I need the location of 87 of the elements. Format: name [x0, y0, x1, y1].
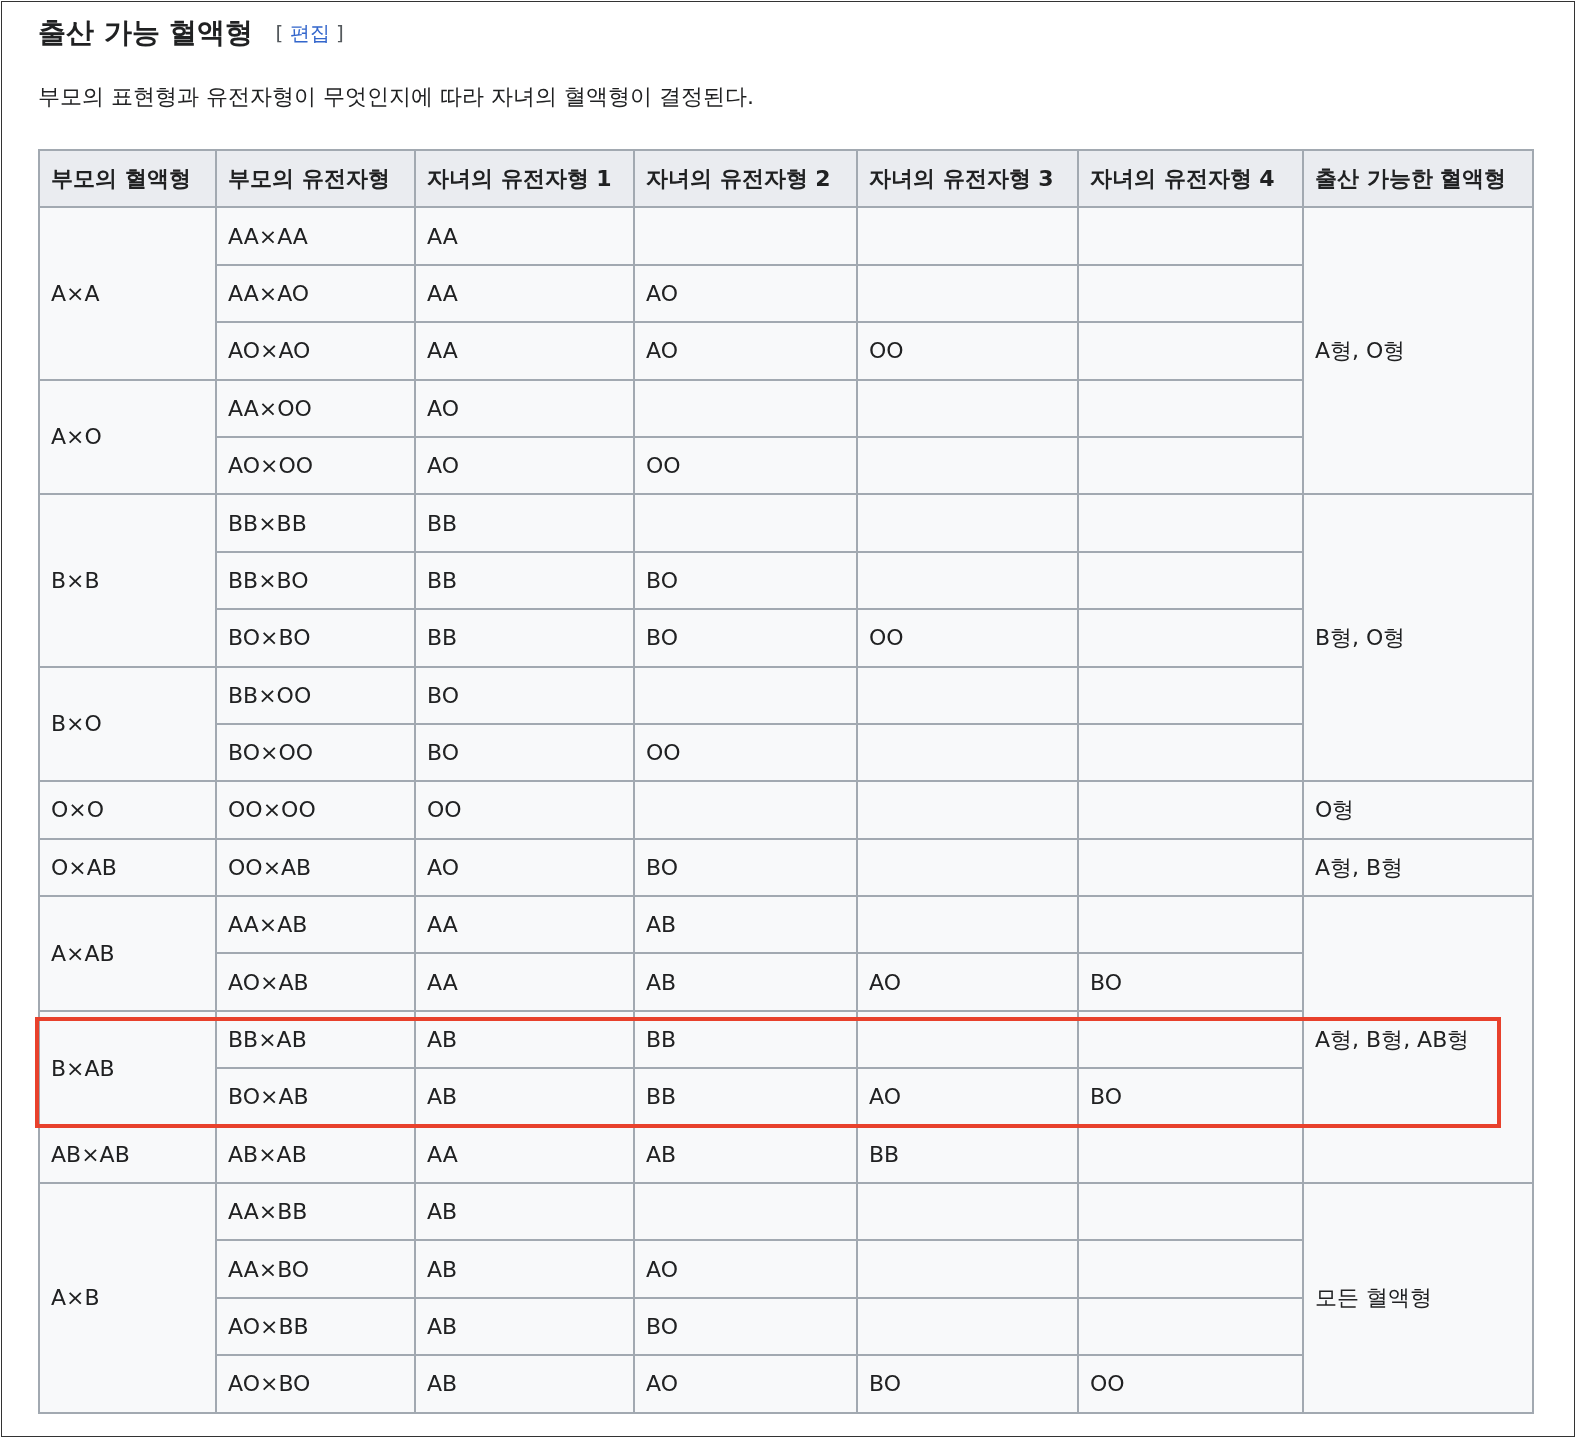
edit-link[interactable]: 편집	[289, 21, 330, 45]
table-cell: BO	[415, 723, 634, 782]
column-header: 출산 가능한 혈액형	[1303, 150, 1533, 208]
table-cell: O×O	[39, 781, 216, 839]
table-cell: A×O	[39, 379, 216, 495]
table-cell: AB	[415, 1355, 634, 1413]
table-cell: BO	[634, 838, 857, 897]
table-cell: OO	[857, 609, 1078, 667]
column-header: 자녀의 유전자형 4	[1078, 150, 1303, 208]
table-cell: AA×BB	[216, 1183, 415, 1241]
table-cell: A형, B형, AB형	[1303, 896, 1533, 1184]
table-cell: O형	[1303, 781, 1533, 839]
table-cell: BO×BO	[216, 609, 415, 667]
bracket: ]	[336, 21, 344, 45]
table-cell: BB	[415, 494, 634, 552]
table-cell: AO×BB	[216, 1297, 415, 1356]
table-cell: O×AB	[39, 838, 216, 897]
table-cell: BB	[415, 609, 634, 667]
table-cell: AO	[634, 264, 857, 323]
bracket: [	[275, 21, 284, 45]
table-cell: AA	[415, 953, 634, 1011]
table-cell: AO	[415, 838, 634, 897]
table-cell: A×AB	[39, 896, 216, 1011]
table-cell: AO	[415, 436, 634, 495]
table-cell: BB×OO	[216, 666, 415, 724]
table-cell: AA×BO	[216, 1240, 415, 1298]
table-cell: AO×AB	[216, 953, 415, 1011]
table-cell: AA×AO	[216, 264, 415, 323]
table-cell: AO×AO	[216, 322, 415, 380]
table-cell: AO	[415, 379, 634, 437]
table-cell: AA×AB	[216, 896, 415, 954]
table-cell: BB×AB	[216, 1010, 415, 1069]
table-cell: OO	[415, 781, 634, 839]
table-cell: AB	[415, 1183, 634, 1241]
table-cell: AA	[415, 264, 634, 323]
table-cell: A×A	[39, 207, 216, 380]
table-cell: AB×AB	[39, 1125, 216, 1184]
table-cell: BO×OO	[216, 723, 415, 782]
table-cell: AA×OO	[216, 379, 415, 437]
table-cell: AB	[415, 1010, 634, 1069]
table-cell: OO×OO	[216, 781, 415, 839]
table-cell: OO×AB	[216, 838, 415, 897]
column-header: 부모의 혈액형	[39, 150, 216, 208]
table-cell: BB×BO	[216, 551, 415, 610]
table-cell: AO	[857, 953, 1078, 1011]
table-cell: AB	[415, 1297, 634, 1356]
table-cell: AA×AA	[216, 207, 415, 265]
table-cell: AO	[634, 1240, 857, 1298]
table-cell: OO	[857, 322, 1078, 380]
table-cell: AB	[415, 1240, 634, 1298]
section-title: 출산 가능 혈액형	[38, 15, 254, 51]
table-cell: AA	[415, 1125, 634, 1184]
table-cell: BB×BB	[216, 494, 415, 552]
table-cell: AB×AB	[216, 1125, 415, 1184]
table-cell: BO	[857, 1355, 1078, 1413]
table-cell: AB	[634, 1125, 857, 1184]
table-cell: 모든 혈액형	[1303, 1183, 1533, 1413]
table-cell: AO	[634, 1355, 857, 1413]
table-cell: A×B	[39, 1183, 216, 1413]
table-cell: B×O	[39, 666, 216, 782]
table-cell: BB	[415, 551, 634, 610]
table-cell: BB	[857, 1125, 1078, 1184]
table-cell: AO×OO	[216, 436, 415, 495]
table-cell: A형, O형	[1303, 207, 1533, 495]
table-cell: OO	[634, 436, 857, 495]
table-cell: AB	[634, 896, 857, 954]
table-cell: AA	[415, 896, 634, 954]
table-cell: BB	[634, 1010, 857, 1069]
column-header: 자녀의 유전자형 1	[415, 150, 634, 208]
table-cell: AB	[634, 953, 857, 1011]
table-cell: BO	[634, 1297, 857, 1356]
table-cell: AO×BO	[216, 1355, 415, 1413]
column-header: 자녀의 유전자형 3	[857, 150, 1078, 208]
column-header: 자녀의 유전자형 2	[634, 150, 857, 208]
table-cell: BO	[634, 609, 857, 667]
table-cell: B×AB	[39, 1010, 216, 1126]
table-cell: BO	[634, 551, 857, 610]
column-header: 부모의 유전자형	[216, 150, 415, 208]
table-cell: OO	[634, 723, 857, 782]
table-cell: BO	[415, 666, 634, 724]
table-cell: AA	[415, 322, 634, 380]
table-cell: B형, O형	[1303, 494, 1533, 782]
intro-paragraph: 부모의 표현형과 유전자형이 무엇인지에 따라 자녀의 혈액형이 결정된다.	[38, 83, 755, 111]
table-cell: B×B	[39, 494, 216, 667]
table-cell: AO	[634, 322, 857, 380]
table-cell: A형, B형	[1303, 838, 1533, 897]
table-cell: AA	[415, 207, 634, 265]
